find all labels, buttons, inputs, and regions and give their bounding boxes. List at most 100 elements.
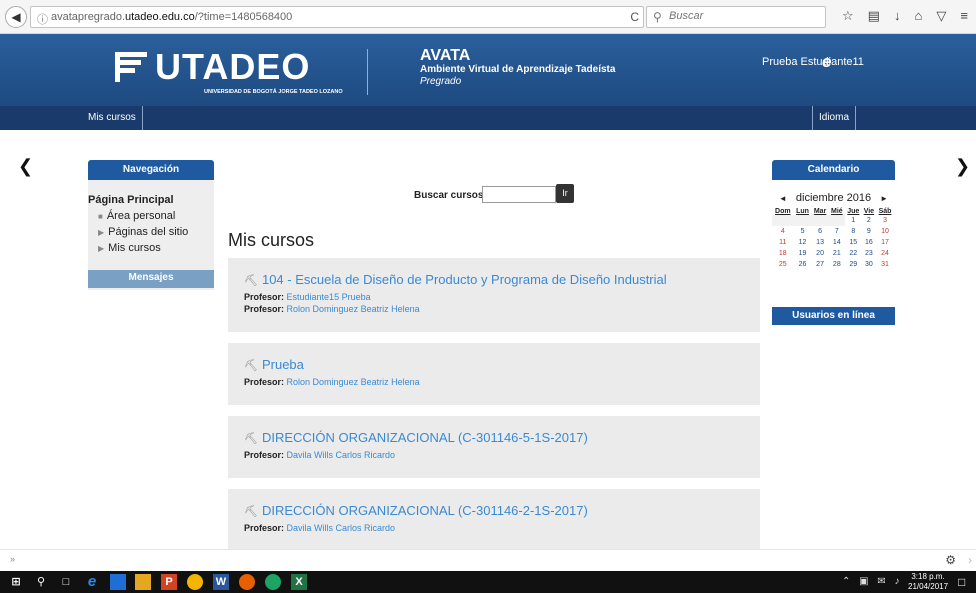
menu-mis-cursos[interactable]: Mis cursos	[88, 106, 143, 130]
downloads-icon[interactable]: ↓	[894, 8, 901, 24]
nav-item-mis-cursos[interactable]: ▶ Mis cursos	[98, 242, 214, 254]
calendar-day[interactable]: 1	[845, 215, 862, 226]
course-search-input[interactable]	[482, 186, 556, 203]
home-icon[interactable]: ⌂	[914, 8, 922, 24]
calendar-day[interactable]: 24	[876, 248, 894, 259]
calendar-day[interactable]: 26	[794, 259, 812, 270]
calendar-day[interactable]: 31	[876, 259, 894, 270]
calendar-title[interactable]: Calendario	[772, 160, 895, 180]
calendar-day[interactable]: 11	[772, 237, 794, 248]
course-link[interactable]: ⛏ Prueba	[244, 357, 760, 372]
address-bar[interactable]: ⓘ avatapregrado.utadeo.edu.co/?time=1480…	[30, 6, 644, 28]
browser-search-box[interactable]: ⚲	[646, 6, 826, 28]
calendar-day[interactable]: 21	[829, 248, 845, 259]
course-link[interactable]: ⛏ DIRECCIÓN ORGANIZACIONAL (C-301146-5-1S…	[244, 430, 760, 445]
calendar-day[interactable]: 9	[862, 226, 876, 237]
windows-start-icon[interactable]: ⊞	[8, 574, 24, 590]
wrench-icon[interactable]: ⚙	[945, 553, 956, 567]
brand-block: AVATA Ambiente Virtual de Aprendizaje Ta…	[420, 48, 615, 88]
course-teacher: Profesor: Davila Wills Carlos Ricardo	[244, 450, 396, 460]
user-name[interactable]: Prueba Estudiante11	[762, 56, 864, 68]
task-view-icon[interactable]: □	[58, 574, 74, 590]
teacher-link[interactable]: Davila Wills Carlos Ricardo	[287, 523, 396, 533]
calendar-day[interactable]: 22	[845, 248, 862, 259]
weekday-header: Mar	[813, 208, 827, 215]
calendar-day[interactable]: 10	[876, 226, 894, 237]
file-explorer-icon[interactable]	[135, 574, 151, 590]
teacher-link[interactable]: Rolon Dominguez Beatriz Helena	[287, 377, 420, 387]
calendar-day[interactable]: 18	[772, 248, 794, 259]
nav-item-paginas-sitio[interactable]: ▶ Páginas del sitio	[98, 226, 214, 238]
teacher-link[interactable]: Estudiante15 Prueba	[287, 292, 371, 302]
course-search-button[interactable]: Ir	[556, 184, 574, 203]
taskbar-clock[interactable]: 3:18 p.m. 21/04/2017	[908, 572, 948, 592]
calendar-day[interactable]: 2	[862, 215, 876, 226]
info-icon[interactable]: ⓘ	[37, 11, 48, 27]
menu-icon[interactable]: ≡	[960, 8, 968, 24]
course-link[interactable]: ⛏ DIRECCIÓN ORGANIZACIONAL (C-301146-2-1S…	[244, 503, 760, 518]
chrome-canary-icon[interactable]	[265, 574, 281, 590]
calendar-day[interactable]: 8	[845, 226, 862, 237]
menu-idioma[interactable]: Idioma	[812, 106, 857, 130]
utadeo-logo-icon[interactable]	[113, 48, 149, 84]
powerpoint-icon[interactable]: P	[161, 574, 177, 590]
logo-text[interactable]: UTADEO	[155, 46, 310, 88]
course-teacher: Profesor: Davila Wills Carlos Ricardo	[244, 523, 396, 533]
back-button[interactable]: ◀	[5, 6, 27, 28]
pocket-icon[interactable]: ▽	[936, 8, 946, 24]
calendar-day[interactable]: 30	[862, 259, 876, 270]
nav-home-link[interactable]: Página Principal	[88, 194, 214, 206]
calendar-day[interactable]: 13	[811, 237, 828, 248]
calendar-day[interactable]: 7	[829, 226, 845, 237]
expand-arrow-icon: ▶	[98, 228, 105, 237]
nav-item-area-personal[interactable]: ■ Área personal	[98, 210, 214, 222]
calendar-day[interactable]: 28	[829, 259, 845, 270]
user-avatar-icon[interactable]: e	[822, 52, 831, 72]
edge-browser-icon[interactable]: e	[84, 574, 100, 590]
chevron-right-icon[interactable]: ›	[968, 553, 972, 567]
teacher-link[interactable]: Rolon Dominguez Beatriz Helena	[287, 304, 420, 314]
weekday-header: Dom	[775, 208, 791, 215]
calendar-day[interactable]: 25	[772, 259, 794, 270]
calendar-day[interactable]: 17	[876, 237, 894, 248]
next-month-icon[interactable]: ►	[880, 194, 888, 203]
calendar-day[interactable]: 6	[811, 226, 828, 237]
store-icon[interactable]	[110, 574, 126, 590]
calendar-day[interactable]: 14	[829, 237, 845, 248]
word-icon[interactable]: W	[213, 574, 229, 590]
course-card: ⛏ DIRECCIÓN ORGANIZACIONAL (C-301146-5-1S…	[228, 416, 760, 478]
notification-icon[interactable]: □	[958, 575, 965, 589]
url-text[interactable]: avatapregrado.utadeo.edu.co/?time=148056…	[51, 11, 292, 23]
bookmark-star-icon[interactable]: ☆	[842, 8, 854, 24]
course-link[interactable]: ⛏ 104 - Escuela de Diseño de Producto y P…	[244, 272, 760, 287]
reload-icon[interactable]: C	[630, 10, 639, 24]
prev-month-icon[interactable]: ◄	[779, 194, 787, 203]
reading-list-icon[interactable]: ▤	[868, 8, 880, 24]
firefox-icon[interactable]	[239, 574, 255, 590]
teacher-link[interactable]: Davila Wills Carlos Ricardo	[287, 450, 396, 460]
calendar-day[interactable]: 27	[811, 259, 828, 270]
collapse-left-icon[interactable]: ❮	[18, 156, 33, 177]
excel-icon[interactable]: X	[291, 574, 307, 590]
weekday-header: Lun	[796, 208, 809, 215]
course-card: ⛏ DIRECCIÓN ORGANIZACIONAL (C-301146-2-1S…	[228, 489, 760, 549]
calendar-day[interactable]: 12	[794, 237, 812, 248]
calendar-day[interactable]: 15	[845, 237, 862, 248]
collapse-right-icon[interactable]: ❯	[955, 156, 970, 177]
calendar-day[interactable]: 5	[794, 226, 812, 237]
calendar-day[interactable]: 16	[862, 237, 876, 248]
calendar-day[interactable]: 20	[811, 248, 828, 259]
messages-block-title[interactable]: Mensajes	[88, 270, 214, 288]
calendar-day[interactable]: 19	[794, 248, 812, 259]
calendar-day[interactable]: 23	[862, 248, 876, 259]
calendar-day[interactable]: 4	[772, 226, 794, 237]
browser-search-input[interactable]	[669, 10, 819, 22]
system-tray-icons[interactable]: ⌃ ▣ ✉ ♪	[842, 576, 903, 587]
navigation-title[interactable]: Navegación	[88, 160, 214, 180]
chrome-icon[interactable]	[187, 574, 203, 590]
calendar-day[interactable]: 3	[876, 215, 894, 226]
online-users-block-title[interactable]: Usuarios en línea	[772, 307, 895, 325]
search-icon[interactable]: ⚲	[33, 574, 49, 590]
calendar-day[interactable]: 29	[845, 259, 862, 270]
double-chevron-icon[interactable]: »	[10, 554, 15, 564]
